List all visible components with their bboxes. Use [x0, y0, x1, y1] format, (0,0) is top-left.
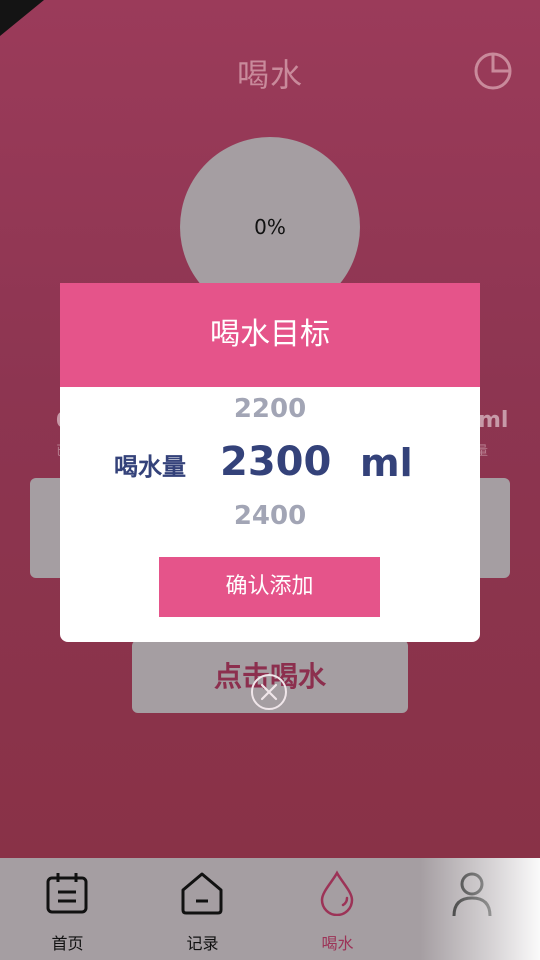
picker-next-option[interactable]: 2400	[60, 501, 480, 531]
calendar-icon	[46, 873, 88, 914]
tab-home[interactable]: 首页	[0, 858, 135, 960]
bottom-tab-bar: 首页 记录 喝水	[0, 858, 540, 960]
close-modal-button[interactable]	[251, 674, 287, 710]
picker-unit: ml	[360, 441, 413, 485]
water-drop-icon	[320, 870, 354, 916]
modal-title: 喝水目标	[60, 283, 480, 387]
picker-prev-option[interactable]: 2200	[60, 394, 480, 424]
close-icon	[260, 683, 278, 701]
tab-bar-fade	[420, 858, 540, 960]
status-corner	[0, 0, 44, 36]
tab-record[interactable]: 记录	[135, 858, 270, 960]
tab-label-drink: 喝水	[321, 934, 354, 953]
tab-drink[interactable]: 喝水	[270, 858, 405, 960]
home-icon	[181, 872, 223, 915]
tab-label-home: 首页	[51, 934, 84, 953]
progress-percent: 0%	[254, 215, 286, 239]
pie-chart-icon	[474, 52, 512, 90]
picker-label: 喝水量	[114, 453, 186, 481]
tab-label-record: 记录	[186, 934, 219, 953]
page-title: 喝水	[236, 56, 303, 94]
goal-modal: 喝水目标 2200 喝水量 2300 ml 2400 确认添加	[60, 283, 480, 642]
picker-selected-value[interactable]: 2300	[220, 439, 331, 485]
confirm-button[interactable]: 确认添加	[159, 557, 380, 617]
target-amount-unit: ml	[478, 408, 509, 433]
stats-button[interactable]	[470, 48, 516, 94]
